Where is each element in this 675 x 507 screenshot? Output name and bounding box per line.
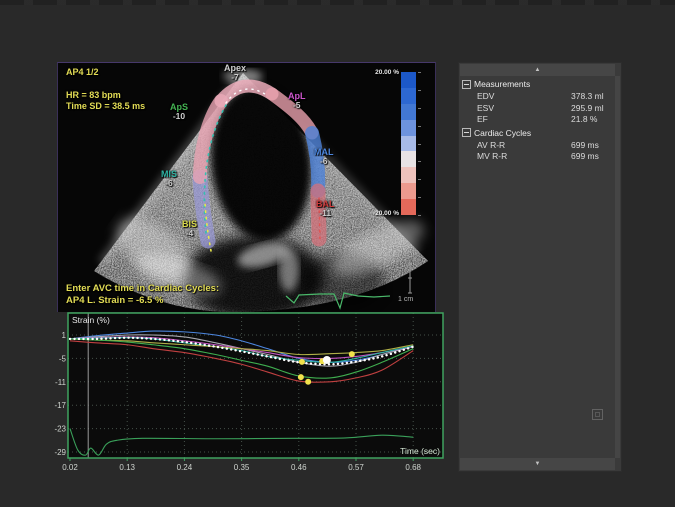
ultrasound-view[interactable]: AP4 1/2 HR = 83 bpm Time SD = 38.5 ms Ap…: [57, 62, 436, 312]
strain-chart[interactable]: 1 -5 -11 -17 -23 -29 0.02 0.13 0.24 0.35 0.46 0.57 0…: [52, 310, 456, 488]
time-sd-readout: Time SD = 38.5 ms: [66, 101, 145, 112]
avc-prompt: Enter AVC time in Cardiac Cycles:: [66, 283, 219, 294]
measurement-value: 699 ms: [571, 151, 613, 163]
peak-strain-marker[interactable]: [299, 359, 305, 365]
collapse-icon[interactable]: [462, 128, 471, 137]
strain-colorbar: [401, 72, 416, 215]
measurement-value: 699 ms: [571, 140, 613, 152]
chart-title: Strain (%): [72, 315, 110, 325]
top-toolbar-strip: [0, 0, 675, 5]
x-tick-label: 0.13: [119, 463, 135, 472]
scroll-up-button[interactable]: ▲: [460, 64, 615, 76]
x-tick-label: 0.57: [348, 463, 364, 472]
segment-label-mal: MAL-6: [314, 148, 334, 166]
measurement-label: MV R-R: [461, 151, 571, 163]
x-tick-label: 0.24: [177, 463, 193, 472]
measurement-row: EDV378.3 ml: [461, 91, 613, 103]
colorbar-tick: [418, 161, 421, 162]
measurements-panel: ▲ Measurements EDV378.3 mlESV295.9 mlEF21…: [458, 62, 622, 472]
y-tick-label: -11: [55, 378, 67, 387]
section-header-cardiac-cycles[interactable]: Cardiac Cycles: [461, 126, 613, 140]
colorbar-segment: [401, 183, 416, 199]
down-arrow-icon: ▼: [535, 461, 541, 467]
colorbar-tick: [418, 144, 421, 145]
x-tick-label: 0.46: [291, 463, 307, 472]
colorbar-segment: [401, 167, 416, 183]
segment-label-mis: MIS-6: [161, 170, 177, 188]
peak-strain-marker[interactable]: [349, 351, 355, 357]
section-header-measurements[interactable]: Measurements: [461, 77, 613, 91]
y-tick-label: -23: [54, 425, 66, 434]
y-tick-label: 1: [62, 331, 67, 340]
colorbar-tick: [418, 197, 421, 198]
colorbar-segment: [401, 136, 416, 152]
measurement-row: AV R-R699 ms: [461, 140, 613, 152]
up-arrow-icon: ▲: [535, 67, 541, 73]
colorbar-segment: [401, 88, 416, 104]
view-label: AP4 1/2: [66, 67, 99, 78]
x-tick-label: 0.35: [234, 463, 250, 472]
colorbar-max-label: 20.00 %: [375, 69, 399, 76]
colorbar-segment: [401, 199, 416, 215]
measurement-label: ESV: [461, 103, 571, 115]
segment-label-aps: ApS-10: [170, 103, 188, 121]
colorbar-tick: [418, 215, 421, 216]
y-tick-label: -17: [54, 401, 66, 410]
measurement-label: EF: [461, 114, 571, 126]
colorbar-min-label: -20.00 %: [373, 210, 399, 217]
colorbar-tick: [418, 126, 421, 127]
x-axis-label: Time (sec): [400, 446, 440, 456]
x-tick-label: 0.68: [405, 463, 421, 472]
collapse-icon[interactable]: [462, 80, 471, 89]
application-window: AP4 1/2 HR = 83 bpm Time SD = 38.5 ms Ap…: [0, 0, 675, 507]
global-strain-readout: AP4 L. Strain = -6.5 %: [66, 295, 163, 306]
y-tick-label: -5: [59, 354, 67, 363]
selected-peak-marker[interactable]: [323, 356, 331, 364]
section-title: Cardiac Cycles: [474, 128, 531, 138]
colorbar-segment: [401, 104, 416, 120]
panel-handle-icon[interactable]: [592, 409, 603, 420]
measurement-label: AV R-R: [461, 140, 571, 152]
measurement-row: ESV295.9 ml: [461, 103, 613, 115]
measurement-value: 378.3 ml: [571, 91, 613, 103]
colorbar-tick: [418, 108, 421, 109]
peak-strain-marker[interactable]: [298, 374, 304, 380]
x-tick-label: 0.02: [62, 463, 78, 472]
segment-label-bis: BIS-4: [182, 220, 197, 238]
scroll-down-button[interactable]: ▼: [460, 458, 615, 470]
measurement-value: 21.8 %: [571, 114, 613, 126]
measurement-label: EDV: [461, 91, 571, 103]
y-tick-label: -29: [54, 448, 66, 457]
measurement-value: 295.9 ml: [571, 103, 613, 115]
colorbar-tick: [418, 90, 421, 91]
section-title: Measurements: [474, 79, 530, 89]
panel-scrollbar[interactable]: [615, 76, 620, 458]
heart-rate-readout: HR = 83 bpm: [66, 90, 121, 101]
panel-sections: Measurements EDV378.3 mlESV295.9 mlEF21.8…: [461, 77, 613, 163]
colorbar-tick: [418, 179, 421, 180]
peak-strain-marker[interactable]: [305, 379, 311, 385]
segment-label-apex: Apex-7: [224, 64, 246, 82]
colorbar-segment: [401, 120, 416, 136]
colorbar-segment: [401, 151, 416, 167]
depth-scale-label: 1 cm: [398, 296, 413, 303]
segment-label-bal: BAL-11: [316, 200, 335, 218]
colorbar-segment: [401, 72, 416, 88]
measurement-row: MV R-R699 ms: [461, 151, 613, 163]
colorbar-tick: [418, 72, 421, 73]
measurement-row: EF21.8 %: [461, 114, 613, 126]
segment-label-apl: ApL-5: [288, 92, 306, 110]
